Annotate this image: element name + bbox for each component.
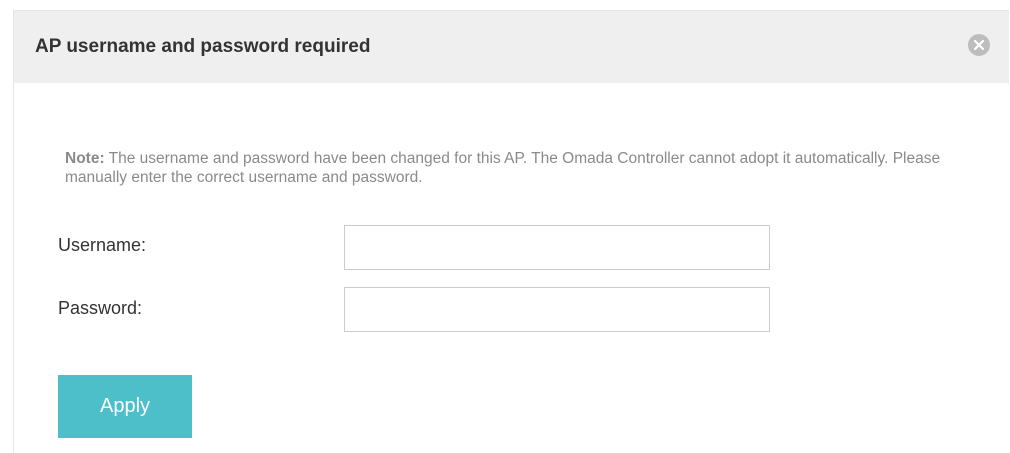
apply-button[interactable]: Apply bbox=[58, 375, 192, 438]
note-body: The username and password have been chan… bbox=[65, 150, 941, 186]
close-icon bbox=[973, 39, 985, 51]
dialog-title: AP username and password required bbox=[35, 36, 371, 57]
note-text: Note: The username and password have bee… bbox=[65, 149, 945, 187]
note-prefix: Note: bbox=[65, 150, 105, 167]
password-input[interactable] bbox=[344, 287, 770, 332]
dialog-header: AP username and password required bbox=[14, 11, 1009, 83]
close-button[interactable] bbox=[968, 34, 990, 56]
credentials-dialog: AP username and password required Note: … bbox=[13, 10, 1009, 453]
username-input[interactable] bbox=[344, 225, 770, 270]
username-label: Username: bbox=[58, 235, 147, 255]
password-label: Password: bbox=[58, 298, 143, 318]
